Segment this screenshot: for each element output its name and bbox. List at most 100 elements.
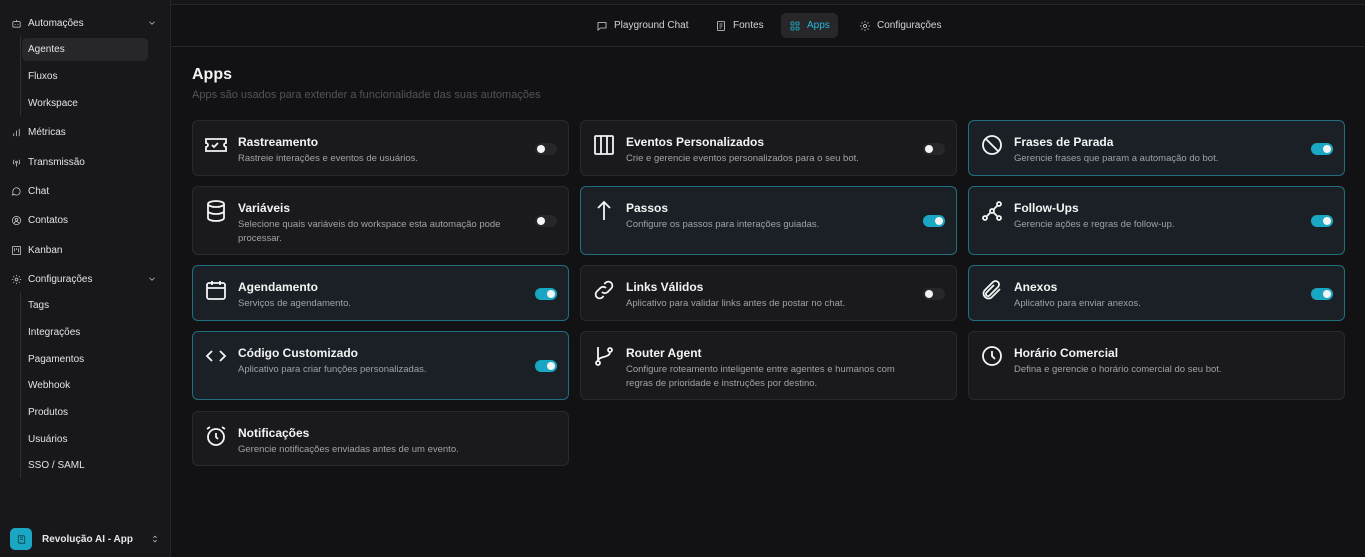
sidebar-item-label: Automações <box>28 17 84 29</box>
app-title: Agendamento <box>238 280 319 294</box>
sidebar-item-configuracoes[interactable]: Configurações <box>8 268 163 290</box>
app-title: Notificações <box>238 426 310 440</box>
sidebar-subitem-agentes[interactable]: Agentes <box>22 38 148 61</box>
app-title: Passos <box>626 201 669 215</box>
app-card-notificacoes[interactable]: Notificações Gerencie notificações envia… <box>192 411 569 466</box>
app-description: Gerencie notificações enviadas antes de … <box>238 444 459 455</box>
sidebar-item-label: Transmissão <box>28 156 85 168</box>
tab-label: Fontes <box>733 20 764 31</box>
app-description: Aplicativo para validar links antes de p… <box>626 298 846 309</box>
tab-bar: Playground Chat Fontes Apps Configuraçõe… <box>171 5 1365 47</box>
database-icon <box>207 200 225 222</box>
tab-configuracoes[interactable]: Configurações <box>851 13 949 38</box>
app-toggle[interactable] <box>535 360 557 372</box>
sidebar-item-contatos[interactable]: Contatos <box>8 209 163 231</box>
app-description: Selecione quais variáveis do workspace e… <box>238 219 501 244</box>
paperclip-icon <box>982 280 1001 300</box>
calendar-icon <box>206 281 226 300</box>
kanban-icon <box>12 245 21 255</box>
message-square-icon <box>597 21 607 31</box>
link-icon <box>594 280 614 300</box>
app-card-agendamento[interactable]: Agendamento Serviços de agendamento. <box>192 265 569 321</box>
app-toggle[interactable] <box>1311 288 1333 300</box>
sidebar-item-transmissao[interactable]: Transmissão <box>8 151 163 173</box>
tab-playground-chat[interactable]: Playground Chat <box>588 13 697 38</box>
app-card-eventos-personalizados[interactable]: Eventos Personalizados Crie e gerencie e… <box>580 120 957 176</box>
sidebar-subitem-webhook[interactable]: Webhook <box>22 374 148 397</box>
sidebar-item-label: Chat <box>28 185 50 197</box>
app-description: Aplicativo para enviar anexos. <box>1014 298 1141 309</box>
tab-fontes[interactable]: Fontes <box>707 13 772 38</box>
app-toggle[interactable] <box>535 215 557 227</box>
sidebar-item-metricas[interactable]: Métricas <box>8 121 163 143</box>
submenu-line <box>20 36 21 116</box>
sidebar-subitem-integracoes[interactable]: Integrações <box>22 321 148 344</box>
chevron-up-down-icon <box>153 535 157 543</box>
broadcast-icon <box>12 158 21 167</box>
app-description: Serviços de agendamento. <box>238 298 352 309</box>
app-description: Crie e gerencie eventos personalizados p… <box>626 153 859 164</box>
app-title: Rastreamento <box>238 135 319 149</box>
app-title: Links Válidos <box>626 280 704 294</box>
sidebar-item-label: Métricas <box>28 126 66 138</box>
app-card-horario-comercial[interactable]: Horário Comercial Defina e gerencie o ho… <box>968 331 1345 400</box>
app-toggle[interactable] <box>535 143 557 155</box>
sidebar-subitem-produtos[interactable]: Produtos <box>22 401 148 424</box>
book-icon <box>17 534 25 544</box>
page-subtitle: Apps são usados para extender a funciona… <box>192 89 541 101</box>
tab-label: Configurações <box>877 20 942 31</box>
app-card-rastreamento[interactable]: Rastreamento Rastreie interações e event… <box>192 120 569 176</box>
app-title: Router Agent <box>626 346 702 360</box>
app-description: Gerencie frases que param a automação do… <box>1014 153 1219 164</box>
app-title: Eventos Personalizados <box>626 135 765 149</box>
bot-icon <box>12 19 21 28</box>
sidebar-subitem-pagamentos[interactable]: Pagamentos <box>22 348 148 371</box>
chat-bubble-icon <box>11 186 21 196</box>
sidebar-subitem-workspace[interactable]: Workspace <box>22 92 148 115</box>
app-card-anexos[interactable]: Anexos Aplicativo para enviar anexos. <box>968 265 1345 321</box>
app-toggle[interactable] <box>923 215 945 227</box>
app-title: Frases de Parada <box>1014 135 1114 149</box>
sidebar-subitem-sso-saml[interactable]: SSO / SAML <box>22 454 148 477</box>
sidebar-item-chat[interactable]: Chat <box>8 180 163 202</box>
app-card-router-agent[interactable]: Router Agent Configure roteamento inteli… <box>580 331 957 400</box>
app-description: Defina e gerencie o horário comercial do… <box>1014 364 1222 375</box>
workflow-icon <box>982 201 1002 221</box>
app-title: Variáveis <box>238 201 291 215</box>
app-card-codigo-customizado[interactable]: Código Customizado Aplicativo para criar… <box>192 331 569 400</box>
app-card-frases-de-parada[interactable]: Frases de Parada Gerencie frases que par… <box>968 120 1345 176</box>
workspace-switcher[interactable]: Revolução AI - App <box>10 528 160 550</box>
workspace-logo <box>10 528 32 550</box>
sidebar-item-label: Kanban <box>28 244 63 256</box>
app-toggle[interactable] <box>923 143 945 155</box>
bar-chart-icon <box>13 128 20 136</box>
sidebar-subitem-usuarios[interactable]: Usuários <box>22 428 148 451</box>
code-icon <box>205 350 227 362</box>
app-card-links-validos[interactable]: Links Válidos Aplicativo para validar li… <box>580 265 957 321</box>
sidebar-item-kanban[interactable]: Kanban <box>8 239 163 261</box>
app-card-variaveis[interactable]: Variáveis Selecione quais variáveis do w… <box>192 186 569 255</box>
app-toggle[interactable] <box>923 288 945 300</box>
sidebar-item-automacoes[interactable]: Automações <box>8 12 163 34</box>
app-title: Horário Comercial <box>1014 346 1119 360</box>
gear-icon <box>860 20 870 31</box>
app-description: Configure os passos para interações guia… <box>626 219 820 230</box>
sidebar-subitem-tags[interactable]: Tags <box>22 294 148 317</box>
chevron-down-icon[interactable] <box>147 274 157 284</box>
book-open-icon <box>717 20 725 31</box>
sidebar-item-label: Contatos <box>28 214 69 226</box>
chevron-down-icon[interactable] <box>147 18 157 28</box>
sidebar-subitem-fluxos[interactable]: Fluxos <box>22 65 148 88</box>
tab-apps[interactable]: Apps <box>781 13 838 38</box>
clock-icon <box>982 346 1002 366</box>
app-description: Gerencie ações e regras de follow-up. <box>1014 219 1175 230</box>
workspace-name: Revolução AI - App <box>42 533 133 545</box>
app-description: Aplicativo para criar funções personaliz… <box>238 364 427 375</box>
app-description: Configure roteamento inteligente entre a… <box>626 364 895 389</box>
app-toggle[interactable] <box>1311 143 1333 155</box>
app-card-passos[interactable]: Passos Configure os passos para interaçõ… <box>580 186 957 255</box>
app-card-follow-ups[interactable]: Follow-Ups Gerencie ações e regras de fo… <box>968 186 1345 255</box>
arrow-up-icon <box>597 200 611 220</box>
app-toggle[interactable] <box>535 288 557 300</box>
app-toggle[interactable] <box>1311 215 1333 227</box>
